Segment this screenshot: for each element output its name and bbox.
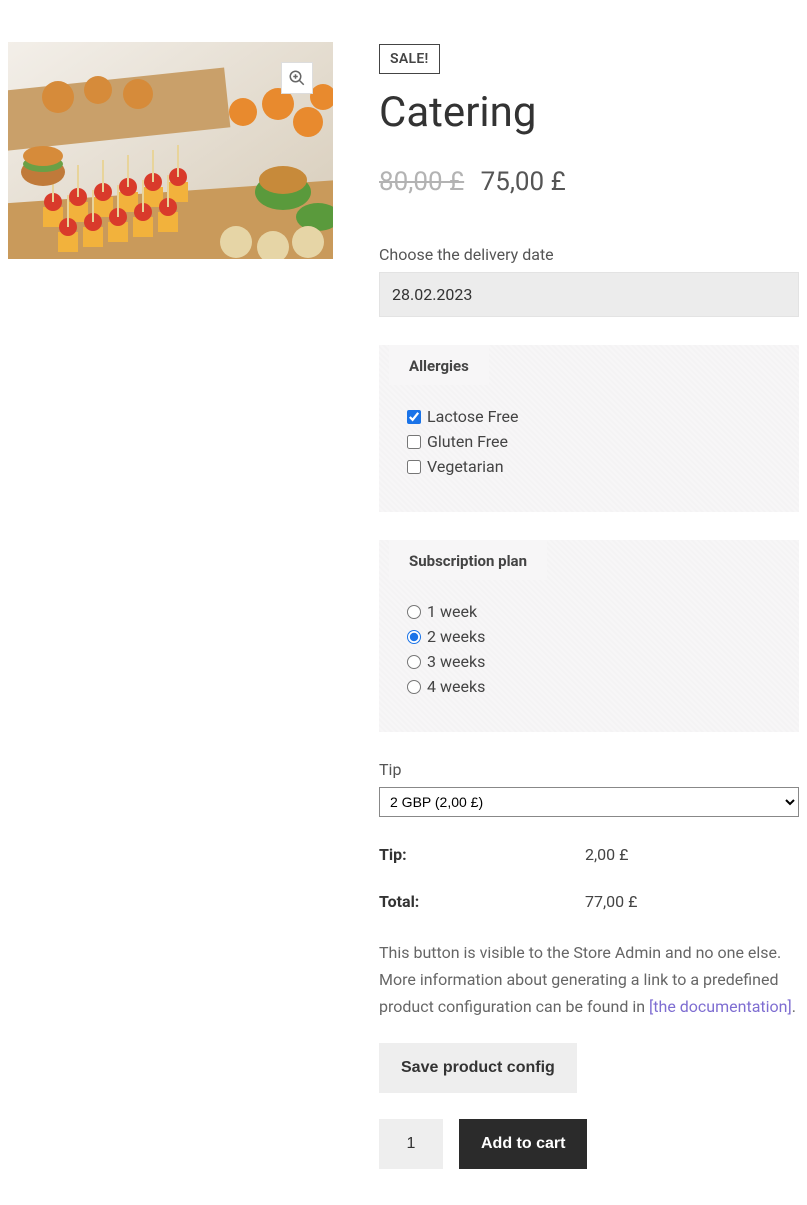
allergy-checkbox[interactable] <box>407 460 421 474</box>
summary-total-label: Total: <box>379 892 585 911</box>
summary-tip-value: 2,00 £ <box>585 845 628 864</box>
subscription-option[interactable]: 1 week <box>407 602 771 621</box>
subscription-option-label: 3 weeks <box>427 652 485 671</box>
subscription-option-label: 2 weeks <box>427 627 485 646</box>
subscription-group: Subscription plan 1 week 2 weeks 3 weeks… <box>379 540 799 732</box>
price-old: 80,00 £ <box>379 167 464 197</box>
subscription-option-label: 4 weeks <box>427 677 485 696</box>
subscription-radio[interactable] <box>407 655 421 669</box>
allergies-group: Allergies Lactose Free Gluten Free Veget… <box>379 345 799 512</box>
documentation-link[interactable]: [the documentation] <box>649 997 792 1016</box>
allergy-option-label: Gluten Free <box>427 432 508 451</box>
save-config-button[interactable]: Save product config <box>379 1043 577 1093</box>
product-image[interactable] <box>8 42 333 259</box>
allergy-option-label: Vegetarian <box>427 457 504 476</box>
allergy-checkbox[interactable] <box>407 435 421 449</box>
price-new: 75,00 £ <box>481 167 566 197</box>
summary-total-value: 77,00 £ <box>585 892 637 911</box>
subscription-option[interactable]: 4 weeks <box>407 677 771 696</box>
subscription-radio[interactable] <box>407 605 421 619</box>
allergy-option-label: Lactose Free <box>427 407 519 426</box>
allergy-option[interactable]: Gluten Free <box>407 432 771 451</box>
delivery-date-label: Choose the delivery date <box>379 245 799 264</box>
sale-badge: SALE! <box>379 44 440 74</box>
subscription-radio[interactable] <box>407 680 421 694</box>
tip-select[interactable]: 2 GBP (2,00 £) <box>379 787 799 817</box>
quantity-input[interactable] <box>379 1119 443 1169</box>
allergy-option[interactable]: Vegetarian <box>407 457 771 476</box>
delivery-date-input[interactable]: 28.02.2023 <box>379 272 799 317</box>
subscription-option[interactable]: 3 weeks <box>407 652 771 671</box>
add-to-cart-button[interactable]: Add to cart <box>459 1119 587 1169</box>
summary-tip-label: Tip: <box>379 845 585 864</box>
admin-note: This button is visible to the Store Admi… <box>379 939 799 1021</box>
allergy-option[interactable]: Lactose Free <box>407 407 771 426</box>
subscription-option-label: 1 week <box>427 602 477 621</box>
allergies-title: Allergies <box>389 345 489 385</box>
summary-tip: Tip: 2,00 £ <box>379 845 799 864</box>
product-title: Catering <box>379 88 799 137</box>
subscription-option[interactable]: 2 weeks <box>407 627 771 646</box>
subscription-title: Subscription plan <box>389 540 547 580</box>
subscription-radio[interactable] <box>407 630 421 644</box>
summary-total: Total: 77,00 £ <box>379 892 799 911</box>
price: 80,00 £ 75,00 £ <box>379 167 799 197</box>
allergy-checkbox[interactable] <box>407 410 421 424</box>
tip-label: Tip <box>379 760 799 779</box>
zoom-icon[interactable] <box>281 62 313 94</box>
